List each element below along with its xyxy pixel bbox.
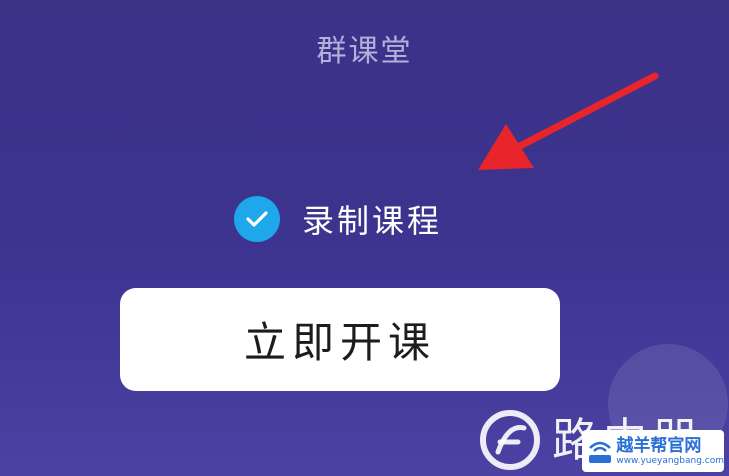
site-badge: 越羊帮官网 www.yueyangbang.com — [582, 430, 724, 472]
badge-site-name: 越羊帮官网 — [616, 435, 702, 456]
start-class-button[interactable]: 立即开课 — [120, 288, 560, 391]
check-icon — [234, 196, 280, 242]
watermark-logo-icon — [480, 410, 540, 470]
record-course-checkbox[interactable]: 录制课程 — [234, 196, 442, 242]
badge-router-icon — [586, 434, 614, 468]
badge-site-url: www.yueyangbang.com — [616, 455, 724, 466]
record-course-label: 录制课程 — [302, 202, 443, 240]
